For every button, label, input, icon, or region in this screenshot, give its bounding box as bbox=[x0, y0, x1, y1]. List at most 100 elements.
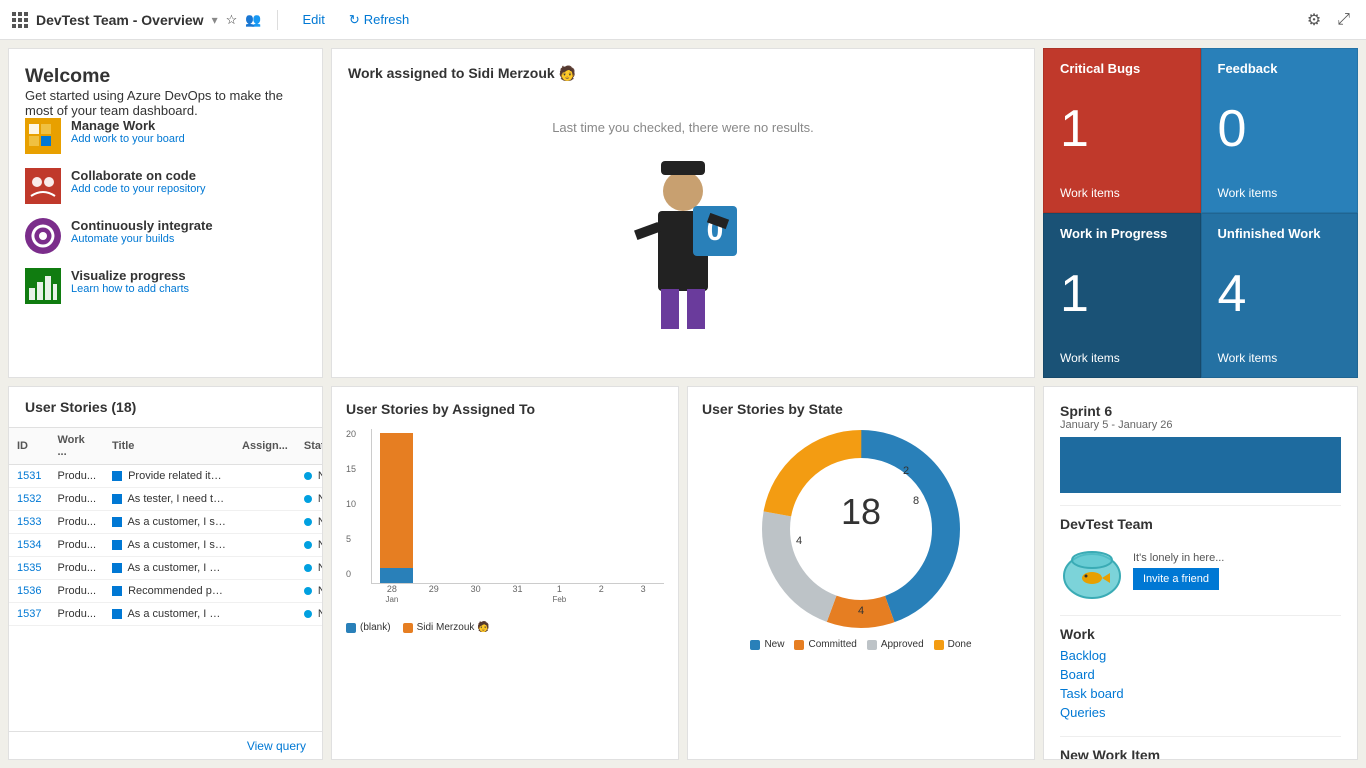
col-id: ID bbox=[9, 428, 49, 465]
critical-bugs-title: Critical Bugs bbox=[1060, 61, 1184, 76]
stats-grid: Critical Bugs 1 Work items Feedback 0 Wo… bbox=[1043, 48, 1358, 378]
backlog-link[interactable]: Backlog bbox=[1060, 648, 1341, 663]
table-row[interactable]: 1534 Produ... As a customer, I should ..… bbox=[9, 534, 322, 557]
collaborate-title: Collaborate on code bbox=[71, 168, 206, 183]
task-board-link[interactable]: Task board bbox=[1060, 686, 1341, 701]
cell-assign bbox=[234, 488, 296, 511]
cell-id: 1535 bbox=[9, 557, 49, 580]
donut-chart-container: 18 8 2 bbox=[702, 429, 1020, 629]
svg-text:4: 4 bbox=[796, 535, 802, 547]
cell-assign bbox=[234, 603, 296, 626]
work-links-title: Work bbox=[1060, 626, 1341, 642]
collaborate-item: Collaborate on code Add code to your rep… bbox=[25, 168, 306, 204]
queries-link[interactable]: Queries bbox=[1060, 705, 1341, 720]
fishbowl-icon bbox=[1060, 538, 1125, 603]
work-assigned-empty: Last time you checked, there were no res… bbox=[552, 120, 814, 135]
table-row[interactable]: 1535 Produ... As a customer, I would li.… bbox=[9, 557, 322, 580]
cell-title: As a customer, I would li... bbox=[104, 603, 234, 626]
sprint-bar bbox=[1060, 437, 1341, 493]
edit-button[interactable]: Edit bbox=[294, 8, 332, 31]
cell-state: New bbox=[296, 511, 322, 534]
critical-bugs-value: 1 bbox=[1060, 80, 1184, 178]
cell-id: 1533 bbox=[9, 511, 49, 534]
work-links-section: Work Backlog Board Task board Queries bbox=[1060, 615, 1341, 720]
welcome-panel: Welcome Get started using Azure DevOps t… bbox=[8, 48, 323, 378]
expand-icon[interactable]: ⤢ bbox=[1333, 7, 1354, 33]
work-item-icon bbox=[112, 609, 122, 619]
svg-text:2: 2 bbox=[903, 465, 909, 477]
unfinished-work-title: Unfinished Work bbox=[1218, 226, 1342, 241]
col-assign: Assign... bbox=[234, 428, 296, 465]
visualize-link[interactable]: Learn how to add charts bbox=[71, 283, 189, 295]
people-icon[interactable]: 👥 bbox=[245, 12, 261, 28]
svg-text:4: 4 bbox=[858, 605, 864, 617]
svg-text:8: 8 bbox=[913, 495, 919, 507]
manage-work-link[interactable]: Add work to your board bbox=[71, 133, 185, 145]
cell-assign bbox=[234, 465, 296, 488]
cell-work: Produ... bbox=[49, 488, 104, 511]
user-stories-header: User Stories (18) bbox=[9, 387, 322, 428]
cell-id: 1537 bbox=[9, 603, 49, 626]
col-title: Title bbox=[104, 428, 234, 465]
manage-work-title: Manage Work bbox=[71, 118, 185, 133]
cell-assign bbox=[234, 557, 296, 580]
user-stories-panel: User Stories (18) ID Work ... Title Assi… bbox=[8, 386, 323, 760]
sprint-title: Sprint 6 bbox=[1060, 403, 1341, 419]
cell-id: 1534 bbox=[9, 534, 49, 557]
feedback-card[interactable]: Feedback 0 Work items bbox=[1201, 48, 1359, 213]
state-dot bbox=[304, 541, 312, 549]
svg-text:18: 18 bbox=[841, 491, 881, 532]
work-item-icon bbox=[112, 563, 122, 573]
unfinished-work-card[interactable]: Unfinished Work 4 Work items bbox=[1201, 213, 1359, 378]
cell-title: Provide related items or ... bbox=[104, 465, 234, 488]
feedback-title: Feedback bbox=[1218, 61, 1342, 76]
sprint-block: Sprint 6 January 5 - January 26 bbox=[1060, 403, 1341, 493]
integrate-title: Continuously integrate bbox=[71, 218, 213, 233]
state-dot bbox=[304, 610, 312, 618]
grid-icon bbox=[12, 12, 28, 28]
cell-title: As a customer, I should ... bbox=[104, 534, 234, 557]
col-state: State bbox=[296, 428, 322, 465]
work-item-icon bbox=[112, 540, 122, 550]
integrate-link[interactable]: Automate your builds bbox=[71, 233, 213, 245]
unfinished-work-value: 4 bbox=[1218, 245, 1342, 343]
donut-legend: New Committed Approved Done bbox=[702, 639, 1020, 650]
work-assigned-heading: Work assigned to Sidi Merzouk 🧑 bbox=[348, 65, 1018, 82]
view-query-row: View query bbox=[9, 731, 322, 759]
devtest-title: DevTest Team bbox=[1060, 516, 1341, 532]
user-stories-table: ID Work ... Title Assign... State 1531 P… bbox=[9, 428, 322, 731]
collaborate-link[interactable]: Add code to your repository bbox=[71, 183, 206, 195]
visualize-title: Visualize progress bbox=[71, 268, 189, 283]
gear-icon[interactable]: ⚙ bbox=[1303, 6, 1325, 34]
cell-assign bbox=[234, 511, 296, 534]
table-row[interactable]: 1536 Produ... Recommended products... Ne… bbox=[9, 580, 322, 603]
cell-work: Produ... bbox=[49, 557, 104, 580]
user-stories-title: User Stories (18) bbox=[25, 399, 306, 415]
chevron-down-icon[interactable]: ▾ bbox=[212, 13, 218, 27]
critical-bugs-label: Work items bbox=[1060, 186, 1184, 200]
table-row[interactable]: 1531 Produ... Provide related items or .… bbox=[9, 465, 322, 488]
collaborate-icon bbox=[25, 168, 61, 204]
board-link[interactable]: Board bbox=[1060, 667, 1341, 682]
bar-chart-area: 20151050 28Jan 29 bbox=[346, 429, 664, 614]
cell-work: Produ... bbox=[49, 465, 104, 488]
star-icon[interactable]: ☆ bbox=[226, 12, 238, 28]
view-query-link[interactable]: View query bbox=[247, 739, 306, 753]
top-right-panels: Critical Bugs 1 Work items Feedback 0 Wo… bbox=[1043, 48, 1358, 378]
table-row[interactable]: 1533 Produ... As a customer, I should ..… bbox=[9, 511, 322, 534]
bar-chart-panel: User Stories by Assigned To 20151050 bbox=[331, 386, 679, 760]
work-in-progress-card[interactable]: Work in Progress 1 Work items bbox=[1043, 213, 1201, 378]
work-item-icon bbox=[112, 586, 122, 596]
cell-title: As a customer, I should ... bbox=[104, 511, 234, 534]
manage-work-item: Manage Work Add work to your board bbox=[25, 118, 306, 154]
bar-chart-title: User Stories by Assigned To bbox=[346, 401, 664, 417]
unfinished-work-label: Work items bbox=[1218, 351, 1342, 365]
critical-bugs-card[interactable]: Critical Bugs 1 Work items bbox=[1043, 48, 1201, 213]
table-row[interactable]: 1532 Produ... As tester, I need to test … bbox=[9, 488, 322, 511]
refresh-button[interactable]: ↻ Refresh bbox=[341, 8, 417, 32]
table-row[interactable]: 1537 Produ... As a customer, I would li.… bbox=[9, 603, 322, 626]
integrate-item: Continuously integrate Automate your bui… bbox=[25, 218, 306, 254]
state-dot bbox=[304, 587, 312, 595]
invite-button[interactable]: Invite a friend bbox=[1133, 568, 1219, 590]
sprint-dates: January 5 - January 26 bbox=[1060, 419, 1341, 431]
